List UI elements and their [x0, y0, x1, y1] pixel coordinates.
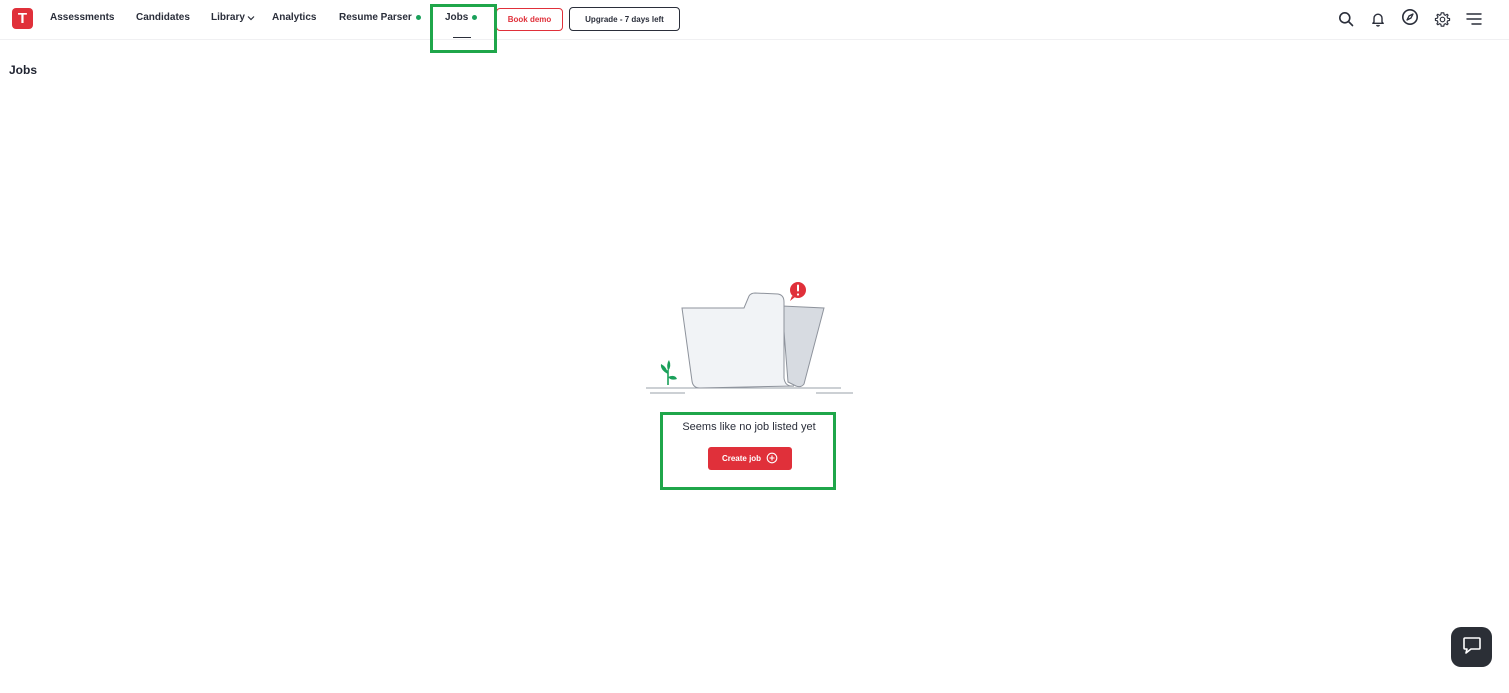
nav-candidates-label: Candidates [136, 12, 190, 23]
create-job-button[interactable]: Create job [708, 447, 792, 470]
gear-icon[interactable] [1432, 9, 1452, 29]
nav-analytics-label: Analytics [272, 12, 317, 23]
nav-jobs[interactable]: Jobs [445, 12, 478, 23]
plus-circle-icon [766, 452, 778, 466]
chat-bubble-icon [1461, 634, 1483, 661]
nav-assessments[interactable]: Assessments [50, 12, 114, 23]
nav-library-label: Library [211, 12, 245, 23]
compass-icon[interactable] [1400, 7, 1420, 27]
bell-icon[interactable] [1368, 9, 1388, 29]
active-tab-underline [453, 37, 471, 38]
empty-state-message: Seems like no job listed yet [682, 421, 816, 433]
nav-resume-parser-label: Resume Parser [339, 12, 412, 23]
create-job-label: Create job [721, 454, 762, 463]
nav-candidates[interactable]: Candidates [136, 12, 190, 23]
menu-icon[interactable] [1464, 9, 1484, 29]
empty-folder-illustration [644, 278, 856, 398]
nav-library[interactable]: Library [211, 12, 255, 23]
chevron-down-icon [247, 14, 255, 22]
page-title: Jobs [9, 63, 38, 77]
nav-analytics[interactable]: Analytics [272, 12, 316, 23]
book-demo-button[interactable]: Book demo [496, 8, 563, 31]
app-logo[interactable]: T [12, 8, 33, 29]
upgrade-button[interactable]: Upgrade - 7 days left [569, 7, 680, 31]
top-navbar: T Assessments Candidates Library Analyti… [0, 0, 1509, 40]
nav-assessments-label: Assessments [50, 12, 115, 23]
new-dot-indicator [415, 15, 421, 20]
nav-jobs-label: Jobs [445, 12, 469, 23]
help-chat-button[interactable] [1451, 627, 1492, 667]
nav-resume-parser[interactable]: Resume Parser [339, 12, 421, 23]
search-icon[interactable] [1336, 9, 1356, 29]
logo-letter: T [17, 10, 28, 27]
new-dot-indicator [472, 15, 478, 20]
